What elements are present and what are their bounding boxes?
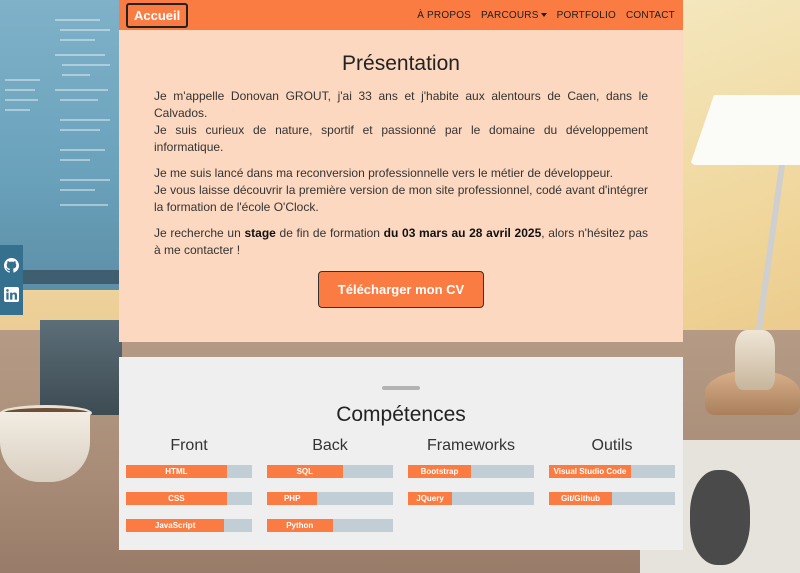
nav-link-a-propos[interactable]: À PROPOS <box>417 10 471 21</box>
skill-column-back: Back SQL PHP Python <box>267 437 393 546</box>
presentation-p3-part2: de fin de formation <box>275 226 384 240</box>
skill-bar-css: CSS <box>126 492 252 505</box>
skill-bar-javascript: JavaScript <box>126 519 252 532</box>
skill-bar-bootstrap: Bootstrap <box>408 465 534 478</box>
presentation-p3-part1: Je recherche un <box>154 226 245 240</box>
skill-bar-label: Python <box>286 521 314 530</box>
skill-bar-label: Visual Studio Code <box>553 467 627 476</box>
skill-column-outils: Outils Visual Studio Code Git/Github <box>549 437 675 546</box>
presentation-p3-bold1: stage <box>244 226 276 240</box>
nav-links: À PROPOS PARCOURS PORTFOLIO CONTACT <box>417 10 675 21</box>
presentation-p3-bold2: du 03 mars au 28 avril 2025 <box>383 226 542 240</box>
skill-bar-label: SQL <box>296 467 314 476</box>
background-cup <box>0 412 90 482</box>
presentation-paragraph-2: Je me suis lancé dans ma reconversion pr… <box>154 165 648 216</box>
presentation-paragraph-3: Je recherche un stage de fin de formatio… <box>154 225 648 259</box>
competences-section: Compétences Front HTML CSS JavaScript Ba… <box>119 357 683 550</box>
cv-button-wrapper: Télécharger mon CV <box>154 271 648 308</box>
skill-bar-php: PHP <box>267 492 393 505</box>
github-icon[interactable] <box>4 258 19 273</box>
skill-bar-sql: SQL <box>267 465 393 478</box>
background-figurine <box>735 330 775 390</box>
skill-column-front: Front HTML CSS JavaScript <box>126 437 252 546</box>
skill-bar-git-github: Git/Github <box>549 492 675 505</box>
presentation-p2-line2: Je vous laisse découvrir la première ver… <box>154 183 648 214</box>
skill-column-title: Frameworks <box>426 437 515 454</box>
background-code-lines <box>5 19 110 206</box>
download-cv-button[interactable]: Télécharger mon CV <box>317 271 485 308</box>
skill-bar-label: CSS <box>168 494 185 503</box>
presentation-p2-line1: Je me suis lancé dans ma reconversion pr… <box>154 166 613 180</box>
brand-home-button[interactable]: Accueil <box>126 2 189 28</box>
competences-title: Compétences <box>336 403 466 426</box>
linkedin-icon[interactable] <box>4 287 19 302</box>
skill-bar-label: JQuery <box>416 494 444 503</box>
nav-link-contact[interactable]: CONTACT <box>626 10 675 21</box>
section-divider <box>382 386 420 390</box>
caret-down-icon <box>540 12 547 17</box>
presentation-p1-line2: Je suis curieux de nature, sportif et pa… <box>154 123 648 154</box>
skill-column-title: Back <box>312 437 348 454</box>
skill-columns: Front HTML CSS JavaScript Back SQL PHP P… <box>119 437 683 546</box>
navbar: Accueil À PROPOS PARCOURS PORTFOLIO CONT… <box>119 0 683 30</box>
background-box <box>40 320 122 415</box>
presentation-section: Présentation Je m'appelle Donovan GROUT,… <box>119 30 683 342</box>
skill-column-title: Front <box>170 437 208 454</box>
presentation-paragraph-1: Je m'appelle Donovan GROUT, j'ai 33 ans … <box>154 88 648 156</box>
skill-bar-jquery: JQuery <box>408 492 534 505</box>
skill-bar-python: Python <box>267 519 393 532</box>
nav-link-portfolio[interactable]: PORTFOLIO <box>557 10 616 21</box>
nav-link-parcours-label: PARCOURS <box>481 9 539 21</box>
presentation-p1-line1: Je m'appelle Donovan GROUT, j'ai 33 ans … <box>154 89 648 120</box>
social-sidebar <box>0 245 23 315</box>
skill-bar-label: PHP <box>283 494 301 503</box>
nav-link-parcours[interactable]: PARCOURS <box>481 10 547 21</box>
skill-bar-html: HTML <box>126 465 252 478</box>
skill-bar-label: Git/Github <box>560 494 601 503</box>
background-mouse <box>690 470 750 565</box>
skill-column-frameworks: Frameworks Bootstrap JQuery <box>408 437 534 546</box>
skill-bar-vscode: Visual Studio Code <box>549 465 675 478</box>
skill-bar-label: JavaScript <box>154 521 196 530</box>
presentation-title: Présentation <box>342 52 460 75</box>
skill-column-title: Outils <box>591 437 633 454</box>
skill-bar-label: HTML <box>165 467 188 476</box>
skill-bar-label: Bootstrap <box>420 467 459 476</box>
